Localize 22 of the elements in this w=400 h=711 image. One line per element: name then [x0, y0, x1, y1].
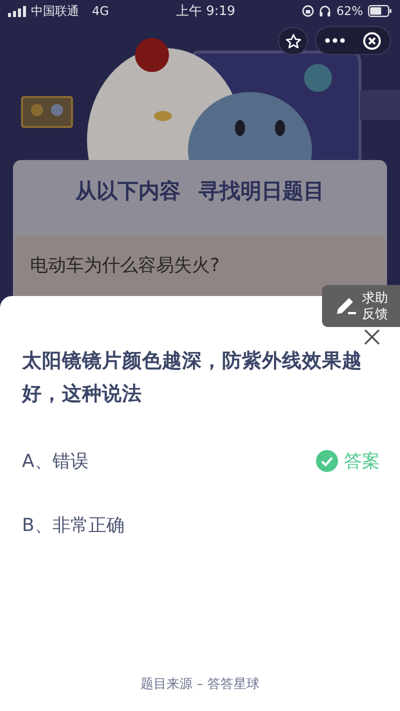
- signal-icon: [8, 6, 26, 16]
- more-icon: [324, 38, 344, 43]
- star-icon: [284, 32, 302, 50]
- answer-label: 答案: [344, 450, 380, 473]
- banner-title: 寻找明日题目: [198, 178, 324, 205]
- close-icon: [362, 32, 380, 50]
- tip-title: 电动车为什么容易失火?: [30, 255, 220, 276]
- option-label[interactable]: A、错误: [22, 449, 88, 473]
- carrier-name: 中国联通: [31, 2, 79, 20]
- check-icon: [316, 450, 338, 472]
- banner-title: 从以下内容: [76, 178, 180, 205]
- help-feedback-button[interactable]: 求助反馈: [322, 285, 400, 327]
- rotation-lock-icon: [302, 5, 314, 17]
- close-icon[interactable]: [364, 329, 380, 345]
- option-label[interactable]: B、非常正确: [22, 513, 124, 537]
- battery-percent: 62%: [336, 4, 363, 18]
- headphones-icon: [319, 5, 332, 17]
- question-text: 太阳镜镜片颜色越深，防紫外线效果越好，这种说法: [22, 348, 363, 407]
- source-footer: 题目来源 – 答答星球: [0, 675, 400, 693]
- battery-icon: [368, 5, 392, 17]
- network-type: 4G: [92, 4, 109, 18]
- clock-time: 上午 9:19: [176, 3, 236, 20]
